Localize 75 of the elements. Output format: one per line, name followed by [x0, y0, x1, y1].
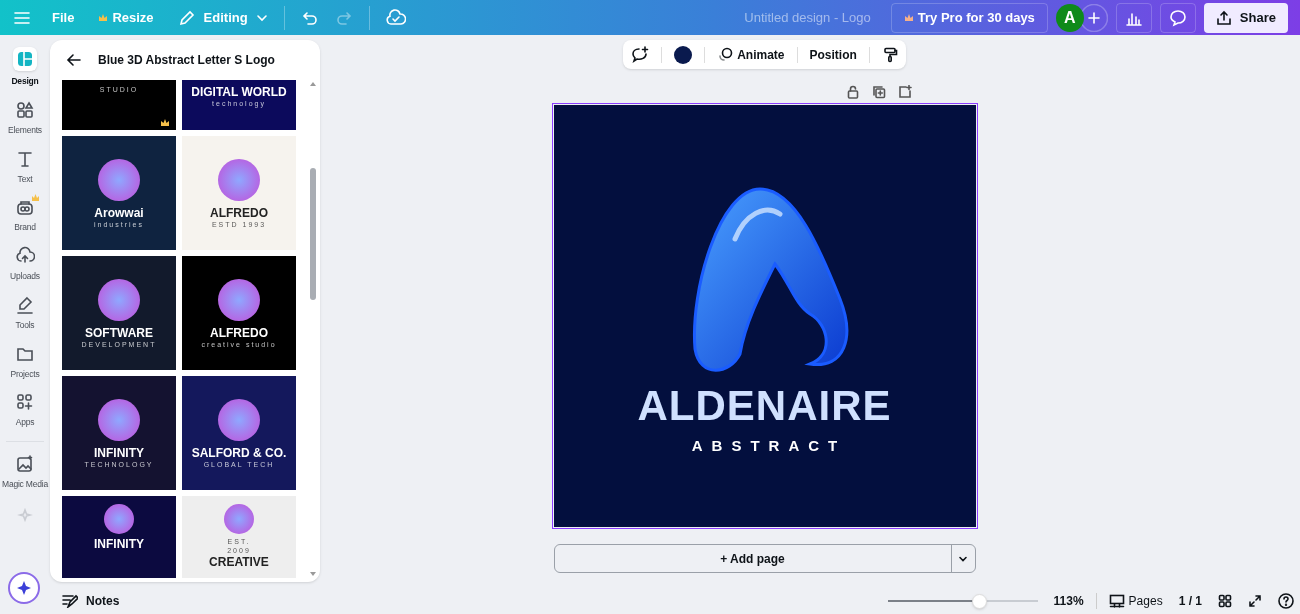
pages-icon	[1108, 594, 1125, 608]
notes-icon	[62, 594, 78, 608]
help-icon[interactable]	[1278, 593, 1294, 609]
template-heading: INFINITY	[94, 446, 144, 459]
template-heading: SALFORD & CO.	[191, 446, 287, 459]
add-comment-icon[interactable]	[631, 45, 650, 64]
scroll-up-icon[interactable]	[309, 80, 317, 88]
logo-mark-drawing	[218, 398, 260, 441]
template-heading: DIGITAL WORLD	[191, 86, 287, 98]
speech-bubble-icon	[1168, 8, 1187, 27]
layout-icon	[13, 47, 37, 71]
template-heading: SOFTWARE	[85, 326, 153, 339]
pages-button[interactable]: Pages	[1108, 592, 1163, 610]
rail-item[interactable]: Design	[0, 47, 50, 88]
logo-name: ALDENAIRE	[637, 385, 892, 427]
share-icon	[1215, 9, 1232, 26]
logo-mark-drawing	[98, 398, 140, 441]
cloud-upload-icon	[15, 246, 35, 266]
user-avatar[interactable]: A	[1055, 3, 1084, 32]
analytics-button[interactable]	[1115, 2, 1152, 33]
position-button[interactable]: Position	[809, 45, 857, 64]
rail-item[interactable]: Brand	[0, 197, 50, 234]
template-thumbnail[interactable]: INFINITY	[62, 496, 176, 578]
paint-roller-icon[interactable]	[881, 46, 898, 63]
add-icon[interactable]	[1079, 3, 1108, 32]
logo-tagline: ABSTRACT	[690, 436, 847, 456]
document-title: Untitled design - Logo	[744, 8, 871, 27]
rail-item[interactable]: Projects	[0, 343, 50, 381]
template-heading: Arowwai	[94, 206, 144, 219]
template-heading: CREATIVE	[209, 556, 269, 568]
rail-item[interactable]: Apps	[0, 392, 50, 429]
logo-mark-drawing	[218, 158, 260, 201]
template-heading: ALFREDO	[210, 326, 268, 339]
rail-item[interactable]: Text	[0, 148, 50, 186]
rail-item[interactable]: Magic Media	[0, 454, 50, 491]
crown-icon	[98, 12, 109, 23]
color-swatch[interactable]	[674, 45, 693, 64]
panel-title: Blue 3D Abstract Letter S Logo	[98, 52, 275, 69]
crown-icon	[903, 12, 914, 23]
add-page-icon[interactable]	[897, 85, 912, 99]
lock-icon[interactable]	[845, 85, 860, 99]
animate-icon	[717, 46, 734, 63]
pencil-icon	[177, 8, 196, 27]
logo-mark-drawing	[218, 278, 260, 321]
image-sparkle-icon	[15, 454, 35, 474]
logo-mark-drawing	[224, 504, 254, 534]
share-button[interactable]: Share	[1203, 2, 1288, 33]
comments-button[interactable]	[1159, 2, 1196, 33]
zoom-level: 113%	[1053, 593, 1084, 610]
apps-grid-icon	[15, 392, 35, 413]
try-pro-button[interactable]: Try Pro for 30 days	[890, 2, 1048, 33]
logo-mark-drawing	[98, 278, 140, 321]
template-heading: INFINITY	[94, 538, 144, 550]
back-arrow-icon[interactable]	[66, 52, 82, 68]
rail-item[interactable]: Elements	[0, 99, 50, 137]
rail-item[interactable]: Tools	[0, 294, 50, 332]
scrollbar-thumb[interactable]	[310, 168, 316, 300]
grid-view-icon[interactable]	[1218, 594, 1232, 608]
shapes-icon	[15, 99, 35, 120]
notes-button[interactable]: Notes	[62, 592, 120, 610]
fullscreen-icon[interactable]	[1248, 594, 1262, 608]
sparkle-icon	[16, 580, 32, 596]
duplicate-icon[interactable]	[871, 85, 886, 99]
pen-icon	[15, 294, 35, 315]
cloud-check-icon[interactable]	[385, 8, 406, 27]
zoom-slider-thumb[interactable]	[972, 593, 988, 609]
template-heading: ALFREDO	[210, 206, 268, 219]
page-counter: 1 / 1	[1178, 593, 1202, 610]
rail-item[interactable]: Uploads	[0, 246, 50, 283]
magic-assistant-button[interactable]	[8, 572, 40, 604]
logo-mark-drawing	[104, 504, 134, 534]
animate-button[interactable]: Animate	[717, 45, 785, 64]
logo-mark-drawing	[98, 158, 140, 201]
crown-icon	[31, 194, 40, 203]
scroll-down-icon[interactable]	[309, 570, 317, 578]
